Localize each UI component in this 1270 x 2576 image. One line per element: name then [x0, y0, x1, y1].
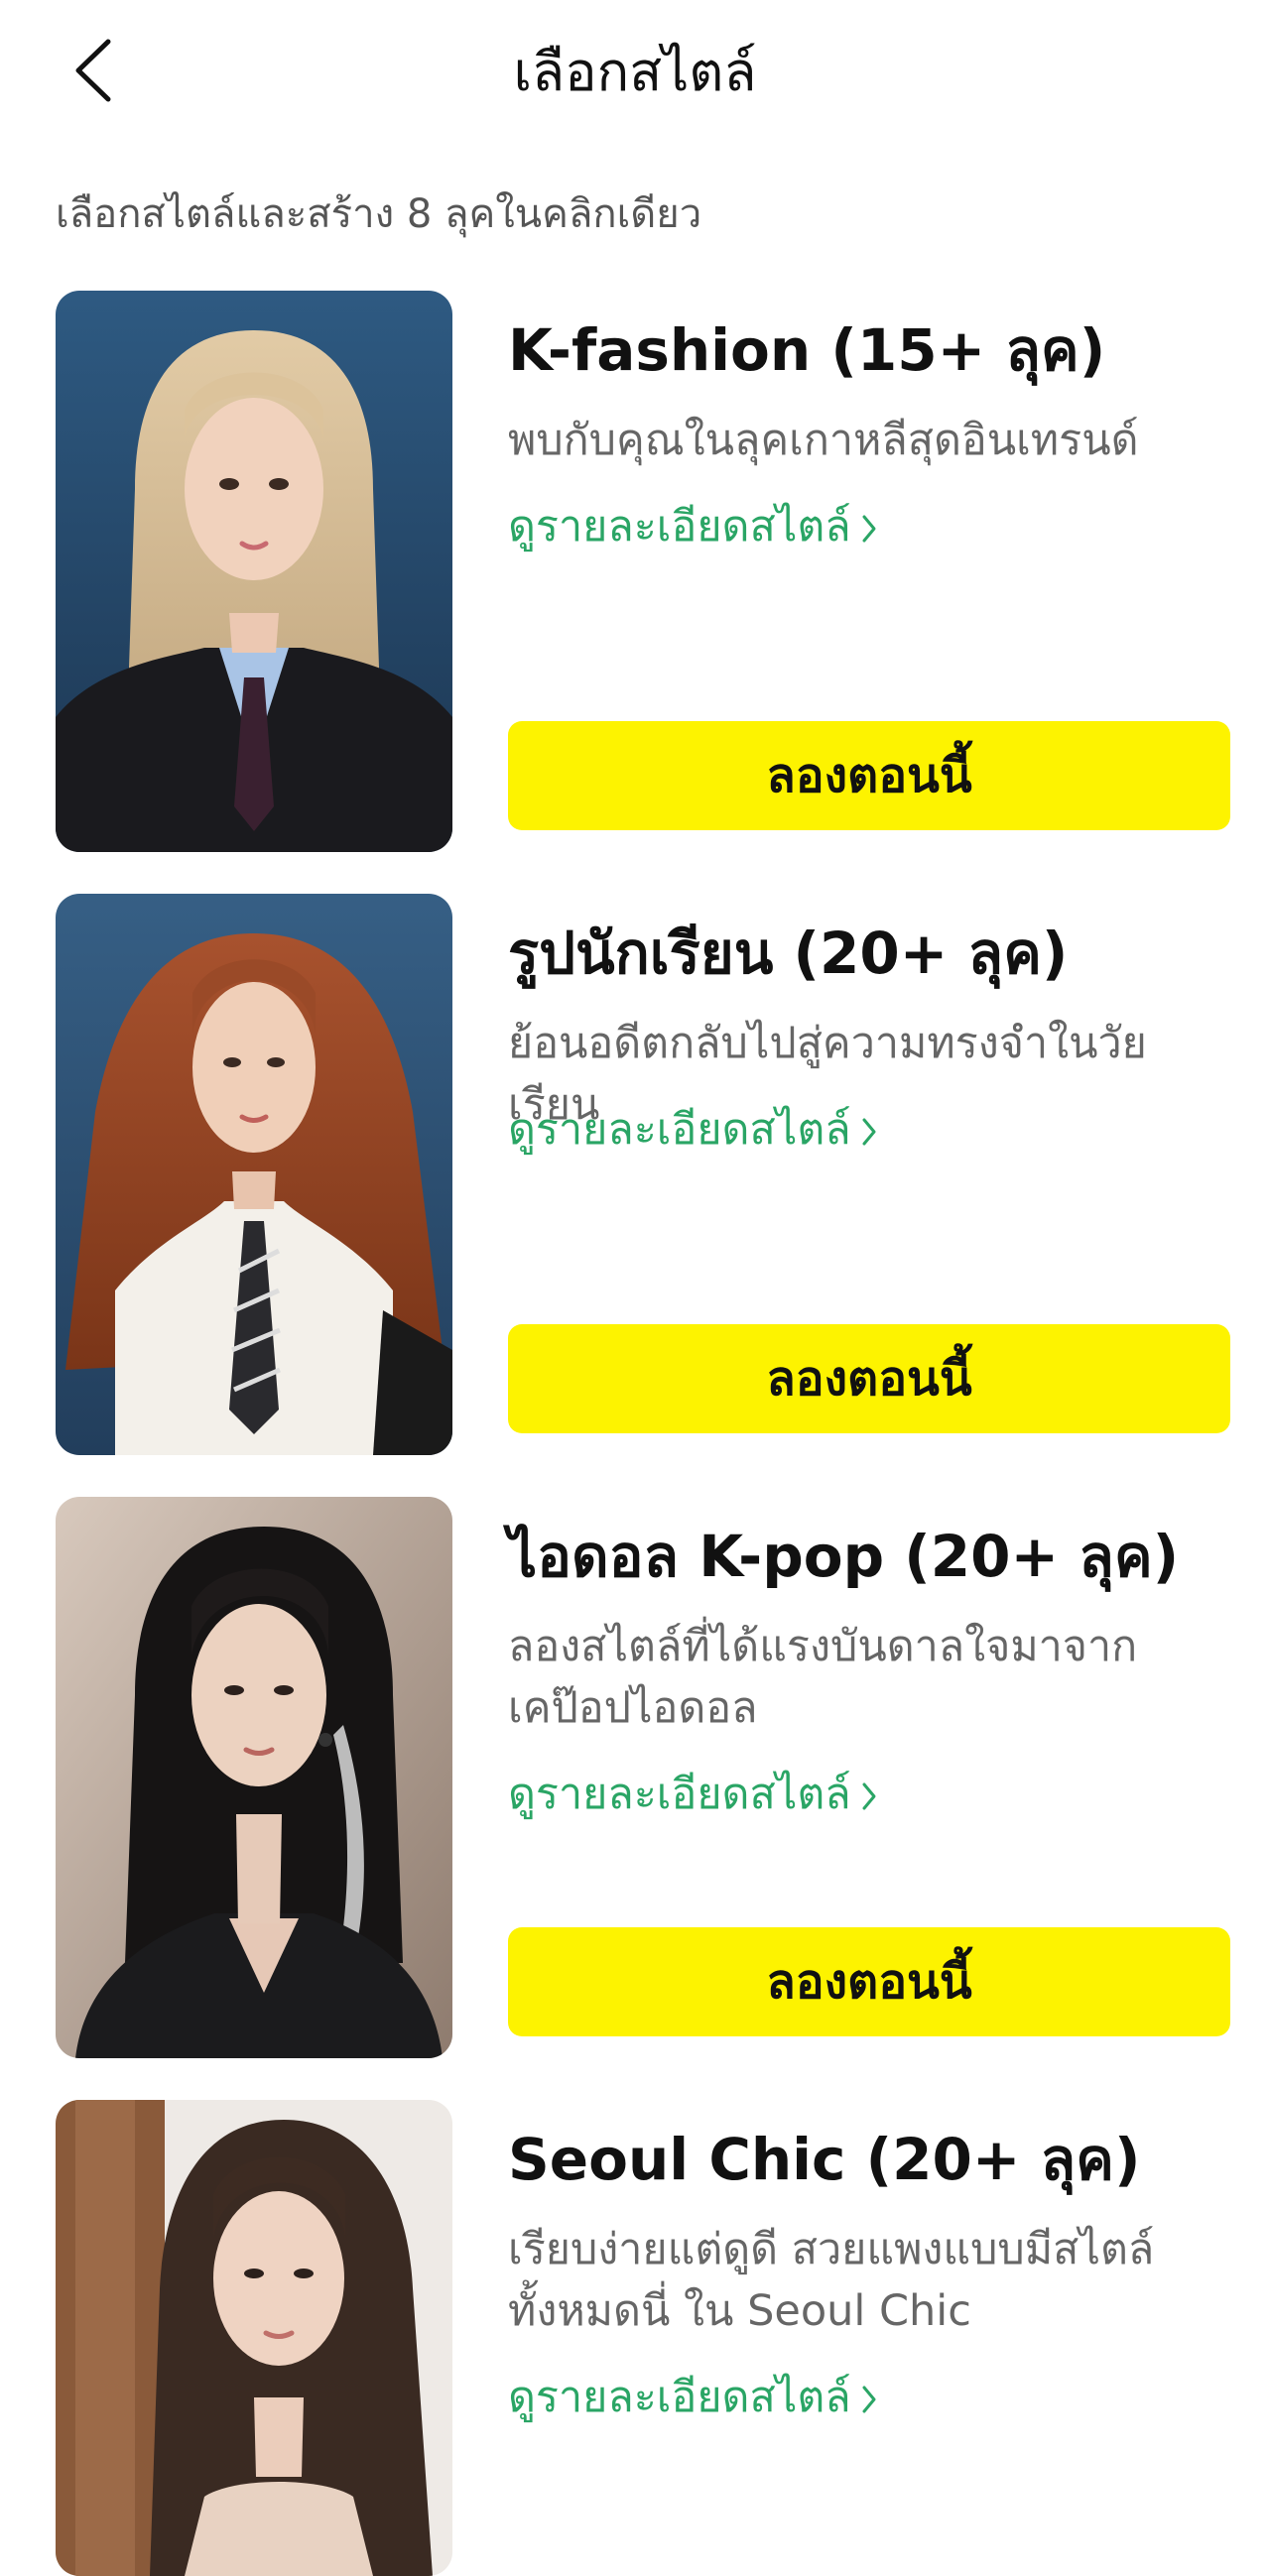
style-title: Seoul Chic (20+ ลุค) — [508, 2126, 1141, 2193]
style-description: ลองสไตล์ที่ได้แรงบันดาลใจมาจากเคป๊อปไอดอ… — [508, 1622, 1138, 1733]
style-card-student: รูปนักเรียน (20+ ลุค) ย้อนอดีตกลับไปสู่ค… — [56, 894, 1230, 1455]
style-info: Seoul Chic (20+ ลุค) เรียบง่ายแต่ดูดี สว… — [508, 2100, 1230, 2455]
page-title: เลือกสไตล์ — [513, 41, 757, 103]
style-info: รูปนักเรียน (20+ ลุค) ย้อนอดีตกลับไปสู่ค… — [508, 894, 1230, 1455]
header-bar: เลือกสไตล์ — [0, 0, 1270, 149]
style-title: รูปนักเรียน (20+ ลุค) — [508, 920, 1069, 987]
chevron-right-icon — [862, 515, 876, 542]
chevron-right-icon — [862, 1782, 876, 1809]
style-card-kpop-idol: ไอดอล K-pop (20+ ลุค) ลองสไตล์ที่ได้แรงบ… — [56, 1497, 1230, 2058]
style-description: เรียบง่ายแต่ดูดี สวยแพงแบบมีสไตล์ทั้งหมด… — [508, 2225, 1155, 2336]
chevron-right-icon — [862, 1118, 876, 1145]
try-now-button[interactable]: ลองตอนนี้ — [508, 1927, 1230, 2036]
page-subtitle: เลือกสไตล์และสร้าง 8 ลุคในคลิกเดียว — [56, 191, 702, 237]
style-detail-label: ดูรายละเอียดสไตล์ — [508, 2373, 851, 2422]
style-thumbnail[interactable] — [56, 894, 452, 1455]
style-description: พบกับคุณในลุคเกาหลีสุดอินเทรนด์ — [508, 416, 1139, 465]
style-detail-link[interactable]: ดูรายละเอียดสไตล์ — [508, 497, 877, 559]
style-thumbnail[interactable] — [56, 291, 452, 852]
chevron-right-icon — [862, 2386, 876, 2412]
style-detail-label: ดูรายละเอียดสไตล์ — [508, 1105, 851, 1155]
style-thumbnail[interactable] — [56, 1497, 452, 2058]
style-info: K-fashion (15+ ลุค) พบกับคุณในลุคเกาหลีส… — [508, 291, 1230, 852]
style-detail-link[interactable]: ดูรายละเอียดสไตล์ — [508, 1100, 877, 1163]
style-detail-link[interactable]: ดูรายละเอียดสไตล์ — [508, 1765, 877, 1827]
style-card-k-fashion: K-fashion (15+ ลุค) พบกับคุณในลุคเกาหลีส… — [56, 291, 1230, 852]
style-thumbnail[interactable] — [56, 2100, 452, 2576]
try-now-button[interactable]: ลองตอนนี้ — [508, 1324, 1230, 1433]
style-card-seoul-chic: Seoul Chic (20+ ลุค) เรียบง่ายแต่ดูดี สว… — [56, 2100, 1230, 2576]
style-detail-link[interactable]: ดูรายละเอียดสไตล์ — [508, 2368, 877, 2430]
try-now-button[interactable]: ลองตอนนี้ — [508, 721, 1230, 830]
style-info: ไอดอล K-pop (20+ ลุค) ลองสไตล์ที่ได้แรงบ… — [508, 1497, 1230, 2058]
style-detail-label: ดูรายละเอียดสไตล์ — [508, 502, 851, 552]
style-title: K-fashion (15+ ลุค) — [508, 316, 1106, 384]
style-detail-label: ดูรายละเอียดสไตล์ — [508, 1770, 851, 1819]
style-title: ไอดอล K-pop (20+ ลุค) — [508, 1523, 1180, 1590]
